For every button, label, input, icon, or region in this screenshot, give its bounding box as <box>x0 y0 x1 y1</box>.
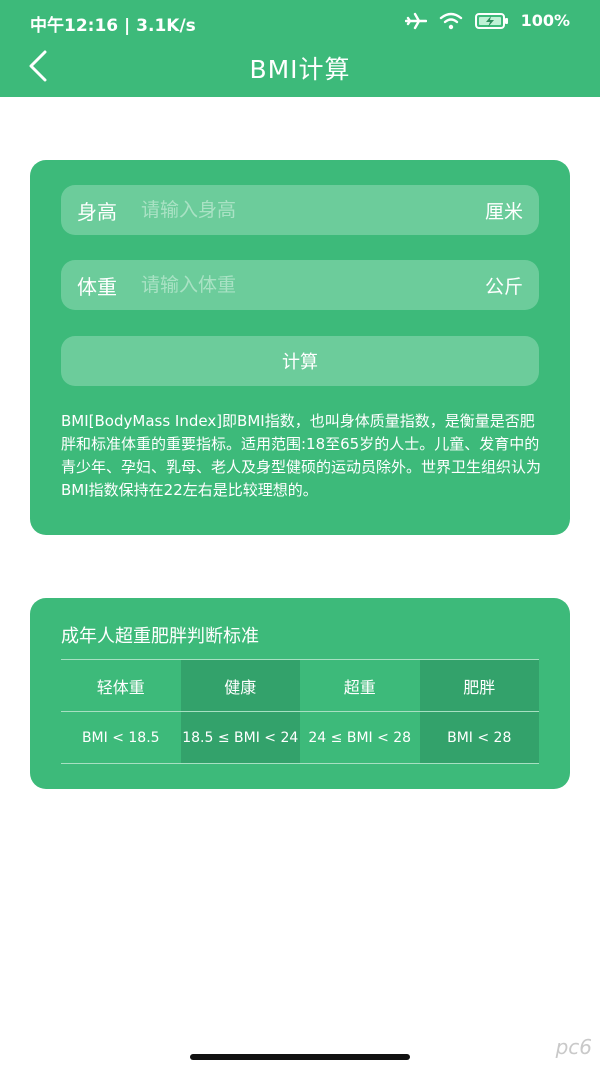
nav-bar: BMI计算 <box>0 42 600 97</box>
value-underweight: BMI < 18.5 <box>61 711 181 764</box>
bmi-description: BMI[BodyMass Index]即BMI指数，也叫身体质量指数，是衡量是否… <box>61 412 542 499</box>
calculate-button[interactable]: 计算 <box>61 336 539 386</box>
page-title: BMI计算 <box>249 55 351 84</box>
wifi-icon <box>439 12 463 30</box>
height-input[interactable] <box>141 190 485 230</box>
home-indicator[interactable] <box>190 1054 410 1060</box>
value-obese: BMI < 28 <box>419 711 539 764</box>
airplane-icon <box>404 12 427 30</box>
weight-field: 体重 公斤 <box>61 260 539 310</box>
weight-unit: 公斤 <box>484 275 523 298</box>
table-row: BMI < 18.5 18.5 ≤ BMI < 24 24 ≤ BMI < 28… <box>61 711 539 764</box>
battery-level: 100% <box>520 11 570 30</box>
table-header-row: 轻体重 健康 超重 肥胖 <box>61 659 539 712</box>
value-overweight: 24 ≤ BMI < 28 <box>300 711 420 764</box>
bmi-standard-card: 成年人超重肥胖判断标准 轻体重 健康 超重 肥胖 BMI < 18.5 18.5… <box>30 598 570 789</box>
weight-label: 体重 <box>77 274 117 299</box>
status-icons: 100% <box>404 11 570 30</box>
height-label: 身高 <box>77 199 117 224</box>
status-time: 中午12:16 | 3.1K/s <box>30 16 196 36</box>
app-header: 中午12:16 | 3.1K/s 100% BMI计算 <box>0 0 600 97</box>
header-overweight: 超重 <box>300 659 420 712</box>
header-underweight: 轻体重 <box>61 659 181 712</box>
battery-charging-icon <box>474 12 509 30</box>
height-unit: 厘米 <box>484 200 523 223</box>
height-field: 身高 厘米 <box>61 185 539 235</box>
standard-title: 成年人超重肥胖判断标准 <box>61 626 259 647</box>
value-healthy: 18.5 ≤ BMI < 24 <box>180 711 300 764</box>
watermark-logo: pc6 <box>555 1035 592 1059</box>
weight-input[interactable] <box>141 265 485 305</box>
header-healthy: 健康 <box>180 659 300 712</box>
header-obese: 肥胖 <box>419 659 539 712</box>
bmi-standard-table: 轻体重 健康 超重 肥胖 BMI < 18.5 18.5 ≤ BMI < 24 … <box>61 659 539 764</box>
status-bar: 中午12:16 | 3.1K/s 100% <box>0 0 600 42</box>
bmi-form-card: 身高 厘米 体重 公斤 计算 BMI[BodyMass Index]即BMI指数… <box>30 160 570 535</box>
